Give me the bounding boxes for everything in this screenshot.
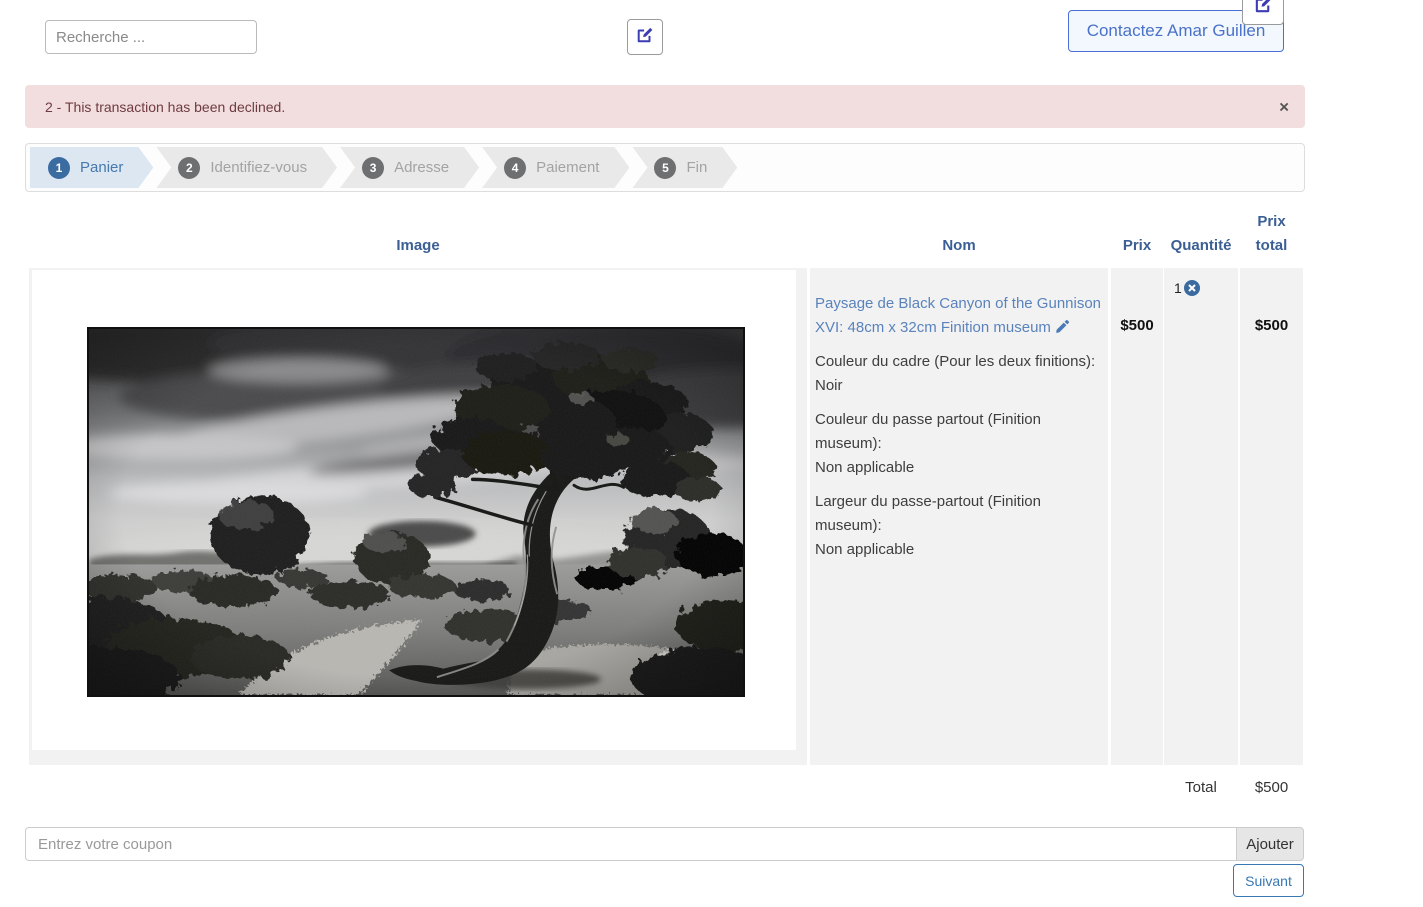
- column-header-image: Image: [396, 237, 440, 254]
- next-button[interactable]: Suivant: [1233, 864, 1304, 897]
- circle-x-icon[interactable]: [1183, 280, 1200, 299]
- cart-total-label: Total: [1185, 779, 1217, 796]
- step-number-badge: 1: [48, 157, 70, 179]
- search-input[interactable]: [45, 20, 257, 54]
- checkout-steps: 1 Panier 2 Identifiez-vous 3 Adresse 4 P…: [25, 143, 1305, 192]
- step-identifiez-vous[interactable]: 2 Identifiez-vous: [156, 147, 337, 188]
- product-image-cell: [29, 268, 807, 765]
- pen-square-icon: [636, 26, 654, 49]
- step-number-badge: 2: [178, 157, 200, 179]
- column-header-prix: Prix: [1122, 237, 1152, 254]
- step-adresse[interactable]: 3 Adresse: [340, 147, 479, 188]
- column-header-quantite: Quantité: [1170, 237, 1232, 254]
- step-label: Fin: [686, 159, 708, 176]
- product-total: $500: [1254, 317, 1289, 334]
- step-label: Paiement: [536, 159, 600, 176]
- step-paiement[interactable]: 4 Paiement: [482, 147, 629, 188]
- step-label: Panier: [80, 159, 124, 176]
- product-quantity: 1: [1174, 280, 1182, 296]
- step-panier[interactable]: 1 Panier: [30, 147, 153, 188]
- pen-square-icon: [1254, 0, 1273, 19]
- product-price: $500: [1120, 317, 1154, 334]
- product-price-cell: $500: [1111, 268, 1163, 765]
- edit-button[interactable]: [627, 19, 663, 55]
- edit-button-top-right[interactable]: [1242, 0, 1284, 25]
- step-number-badge: 5: [654, 157, 676, 179]
- product-name-cell: Paysage de Black Canyon of the Gunnison …: [810, 268, 1108, 765]
- step-label: Identifiez-vous: [210, 159, 308, 176]
- transaction-declined-alert: 2 - This transaction has been declined. …: [25, 85, 1305, 128]
- step-number-badge: 4: [504, 157, 526, 179]
- option-label: Couleur du cadre (Pour les deux finition…: [815, 353, 1096, 370]
- option-label: Largeur du passe-partout (Finition museu…: [815, 493, 1041, 534]
- alert-message: 2 - This transaction has been declined.: [45, 98, 286, 115]
- coupon-input[interactable]: [25, 827, 1237, 861]
- pencil-icon[interactable]: [1055, 319, 1070, 339]
- column-header-prix-total: Prix total: [1255, 213, 1288, 254]
- option-label: Couleur du passe partout (Finition museu…: [815, 411, 1041, 452]
- coupon-add-button[interactable]: Ajouter: [1236, 827, 1304, 861]
- cart-total-value: $500: [1254, 779, 1289, 796]
- step-label: Adresse: [394, 159, 450, 176]
- step-fin[interactable]: 5 Fin: [632, 147, 737, 188]
- product-total-cell: $500: [1240, 268, 1303, 765]
- option-value: Non applicable: [815, 459, 915, 476]
- option-value: Noir: [815, 377, 843, 394]
- alert-close-icon[interactable]: ×: [1279, 98, 1289, 115]
- step-number-badge: 3: [362, 157, 384, 179]
- option-value: Non applicable: [815, 541, 915, 558]
- checkout-page: Contactez Amar Guillen 2 - This transact…: [0, 0, 1423, 907]
- product-quantity-cell: 1: [1164, 268, 1238, 765]
- product-photo: [87, 327, 745, 697]
- column-header-nom: Nom: [942, 237, 976, 254]
- table-row: Paysage de Black Canyon of the Gunnison …: [29, 268, 1303, 765]
- photo-mat: [32, 270, 796, 750]
